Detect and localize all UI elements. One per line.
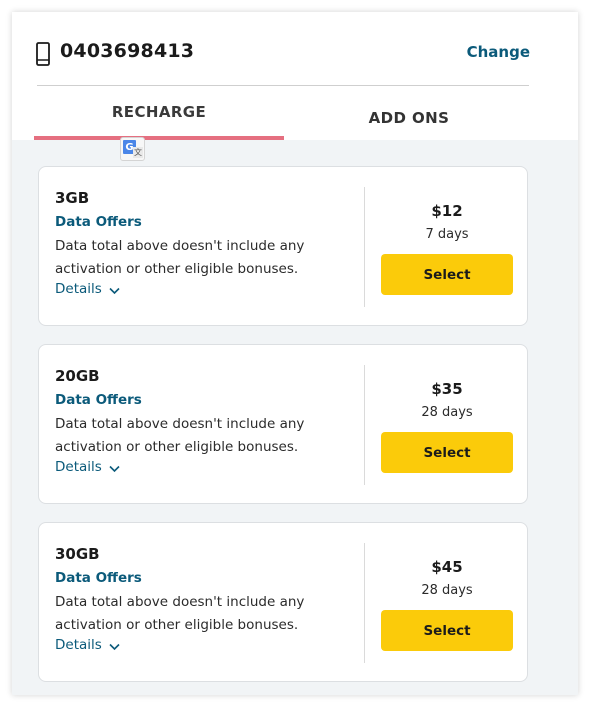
- tab-bar: RECHARGE ADD ONS: [12, 86, 578, 142]
- details-toggle[interactable]: Details: [55, 637, 120, 653]
- offer-description: Data total above doesn't include any act…: [55, 594, 305, 633]
- offer-data-amount: 20GB: [55, 367, 100, 385]
- chevron-down-icon: [109, 465, 120, 472]
- google-translate-icon[interactable]: G 文: [120, 137, 145, 161]
- offer-card: 30GB Data Offers Data total above doesn'…: [38, 522, 528, 682]
- offer-description: Data total above doesn't include any act…: [55, 238, 305, 277]
- offer-info: 3GB Data Offers Data total above doesn't…: [55, 167, 355, 325]
- select-button[interactable]: Select: [381, 432, 513, 473]
- offer-duration: 28 days: [421, 583, 473, 598]
- select-button[interactable]: Select: [381, 254, 513, 295]
- offer-info: 30GB Data Offers Data total above doesn'…: [55, 523, 355, 681]
- card-divider: [364, 543, 365, 663]
- header: 0403698413 Change: [12, 12, 578, 86]
- offer-card: 3GB Data Offers Data total above doesn't…: [38, 166, 528, 326]
- details-toggle[interactable]: Details: [55, 281, 120, 297]
- offer-info: 20GB Data Offers Data total above doesn'…: [55, 345, 355, 503]
- details-toggle[interactable]: Details: [55, 459, 120, 475]
- chevron-down-icon: [109, 643, 120, 650]
- offer-data-amount: 3GB: [55, 189, 90, 207]
- tab-add-ons[interactable]: ADD ONS: [284, 86, 534, 142]
- phone-number: 0403698413: [60, 40, 195, 62]
- offer-category: Data Offers: [55, 570, 142, 586]
- offers-list: 3GB Data Offers Data total above doesn't…: [12, 140, 578, 695]
- details-label: Details: [55, 637, 102, 653]
- select-button[interactable]: Select: [381, 610, 513, 651]
- details-label: Details: [55, 281, 102, 297]
- offer-card: 20GB Data Offers Data total above doesn'…: [38, 344, 528, 504]
- mobile-phone-icon: [36, 42, 50, 66]
- offer-data-amount: 30GB: [55, 545, 100, 563]
- offer-description: Data total above doesn't include any act…: [55, 416, 305, 455]
- offer-category: Data Offers: [55, 214, 142, 230]
- offer-duration: 7 days: [425, 227, 469, 242]
- recharge-panel: 0403698413 Change RECHARGE ADD ONS G 文 3…: [12, 12, 578, 695]
- chevron-down-icon: [109, 287, 120, 294]
- offer-duration: 28 days: [421, 405, 473, 420]
- translate-char-glyph: 文: [133, 147, 143, 158]
- offer-price: $12: [431, 202, 463, 220]
- card-divider: [364, 187, 365, 307]
- details-label: Details: [55, 459, 102, 475]
- offer-category: Data Offers: [55, 392, 142, 408]
- change-link[interactable]: Change: [467, 43, 530, 61]
- offer-price: $35: [431, 380, 463, 398]
- card-divider: [364, 365, 365, 485]
- offer-price: $45: [431, 558, 463, 576]
- tab-recharge[interactable]: RECHARGE: [34, 86, 284, 142]
